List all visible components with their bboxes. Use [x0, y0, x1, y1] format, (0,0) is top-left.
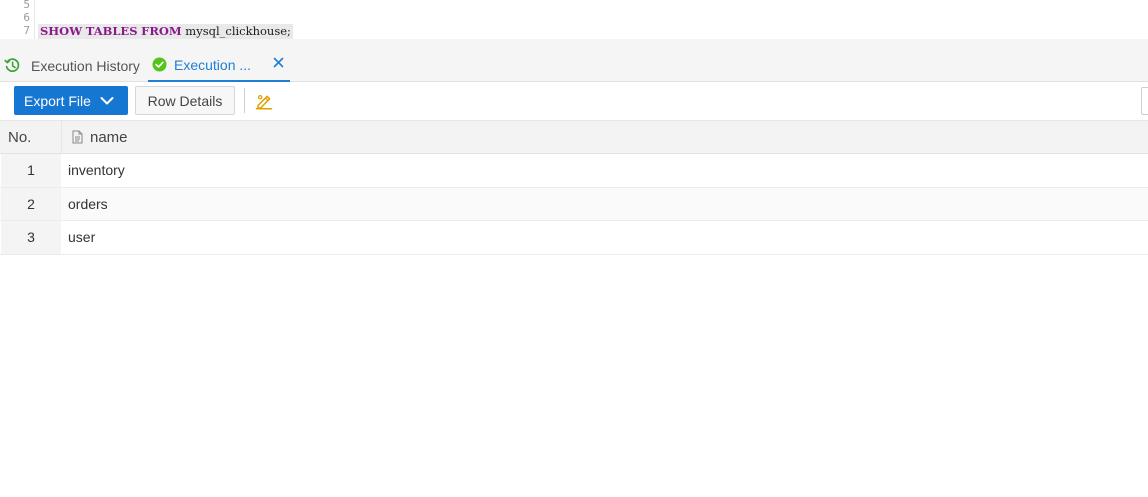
name-cell[interactable]: user [68, 221, 95, 254]
table-row[interactable]: 2 orders [0, 187, 1148, 221]
sql-editor[interactable]: 5 6 7 SHOW TABLES FROM mysql_clickhouse; [0, 0, 1148, 39]
line-number: 7 [23, 24, 30, 37]
document-icon [71, 130, 84, 144]
chevron-down-icon [100, 96, 114, 106]
export-file-button[interactable]: Export File [14, 86, 128, 115]
table-row[interactable]: 3 user [0, 221, 1148, 255]
history-icon [4, 57, 21, 74]
name-cell[interactable]: inventory [68, 154, 125, 187]
sql-keyword: FROM [141, 24, 182, 38]
tab-label: Execution ... [174, 56, 252, 73]
line-number: 6 [23, 11, 30, 24]
toolbar-divider [244, 88, 245, 113]
sql-keyword: SHOW [40, 24, 83, 38]
close-icon[interactable] [273, 56, 284, 72]
edit-pencil-icon[interactable] [253, 90, 275, 112]
column-header-no[interactable]: No. [0, 121, 61, 153]
row-number-cell: 2 [1, 187, 61, 220]
sql-identifier: mysql_clickhouse; [185, 24, 291, 38]
row-number-cell: 1 [1, 154, 61, 187]
row-details-label: Row Details [147, 92, 223, 109]
export-file-label: Export File [24, 92, 91, 109]
line-number-gutter: 5 6 7 [0, 0, 35, 39]
line-number: 5 [23, 0, 30, 11]
toolbar-search-box[interactable] [1141, 87, 1148, 115]
tab-label: Execution History [31, 57, 140, 74]
column-header-label: name [90, 128, 128, 146]
column-header-name[interactable]: name [61, 121, 128, 153]
result-tab-bar: Execution History Execution ... [0, 39, 1148, 82]
result-table: No. name 1 inventory 2 orders 3 user [0, 121, 1148, 255]
row-details-button[interactable]: Row Details [135, 86, 235, 115]
tab-execution-history[interactable]: Execution History [4, 49, 140, 82]
sql-keyword: TABLES [85, 24, 138, 38]
tab-execution-result[interactable]: Execution ... [148, 49, 290, 82]
success-check-icon [152, 57, 167, 72]
sql-statement-line[interactable]: SHOW TABLES FROM mysql_clickhouse; [38, 24, 293, 39]
row-number-cell: 3 [1, 221, 61, 254]
name-cell[interactable]: orders [68, 188, 108, 221]
table-row[interactable]: 1 inventory [0, 154, 1148, 188]
result-toolbar: Export File Row Details [0, 82, 1148, 121]
table-header: No. name [0, 121, 1148, 154]
